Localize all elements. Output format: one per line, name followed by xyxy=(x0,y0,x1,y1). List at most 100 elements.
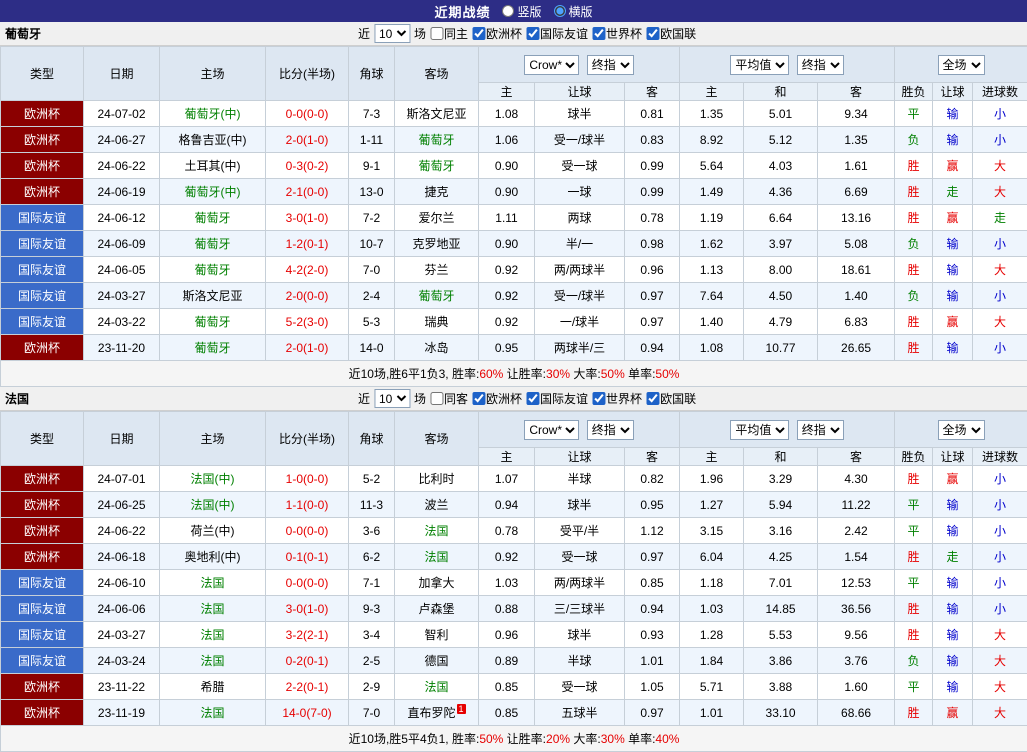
match-date: 23-11-19 xyxy=(84,700,160,726)
same-venue-checkbox[interactable] xyxy=(430,392,443,405)
handicap-home-odds: 0.78 xyxy=(479,518,535,544)
same-venue-filter[interactable]: 同客 xyxy=(430,390,468,407)
europe-time-select[interactable]: 终指 xyxy=(797,55,844,75)
summary-stat-value: 50% xyxy=(655,367,679,381)
match-row: 国际友谊24-03-22葡萄牙5-2(3-0)5-3瑞典0.92一/球半0.97… xyxy=(1,309,1027,335)
avg-away-odds: 36.56 xyxy=(818,596,895,622)
goals-result-flag: 小 xyxy=(973,518,1027,544)
col-goals-result: 进球数 xyxy=(973,83,1027,101)
handicap-result-flag: 输 xyxy=(933,596,973,622)
avg-draw-odds: 4.25 xyxy=(744,544,818,570)
avg-home-odds: 5.64 xyxy=(680,153,744,179)
league-filter-worldcup[interactable]: 世界杯 xyxy=(592,25,642,42)
bookmaker-select[interactable]: Crow* xyxy=(524,55,579,75)
league-filter-nationsleague[interactable]: 欧国联 xyxy=(646,390,696,407)
horizontal-layout-radio[interactable] xyxy=(554,5,566,17)
nationsleague-checkbox[interactable] xyxy=(646,27,659,40)
result-flag: 胜 xyxy=(895,179,933,205)
avg-away-odds: 9.56 xyxy=(818,622,895,648)
away-team: 葡萄牙 xyxy=(395,127,479,153)
result-flag: 胜 xyxy=(895,153,933,179)
handicap-away-odds: 0.97 xyxy=(625,283,680,309)
score: 1-1(0-0) xyxy=(266,492,349,518)
goals-result-flag: 大 xyxy=(973,309,1027,335)
col-handicap-away: 客 xyxy=(625,83,680,101)
handicap-away-odds: 0.93 xyxy=(625,622,680,648)
avg-home-odds: 1.13 xyxy=(680,257,744,283)
league-filter-worldcup[interactable]: 世界杯 xyxy=(592,390,642,407)
worldcup-checkbox[interactable] xyxy=(592,392,605,405)
avg-home-odds: 5.71 xyxy=(680,674,744,700)
home-team: 格鲁吉亚(中) xyxy=(160,127,266,153)
goals-result-flag: 大 xyxy=(973,674,1027,700)
match-count-select[interactable]: 10 xyxy=(374,389,410,408)
nationsleague-checkbox[interactable] xyxy=(646,392,659,405)
eurocup-checkbox[interactable] xyxy=(472,27,485,40)
handicap-away-odds: 1.01 xyxy=(625,648,680,674)
league-filter-nationsleague[interactable]: 欧国联 xyxy=(646,25,696,42)
match-count-select[interactable]: 10 xyxy=(374,24,410,43)
league-filter-friendly[interactable]: 国际友谊 xyxy=(526,25,588,42)
match-date: 24-06-09 xyxy=(84,231,160,257)
away-team: 克罗地亚 xyxy=(395,231,479,257)
same-venue-filter[interactable]: 同主 xyxy=(430,25,468,42)
games-label: 场 xyxy=(414,25,426,42)
same-venue-checkbox[interactable] xyxy=(430,27,443,40)
layout-option-horizontal[interactable]: 横版 xyxy=(554,3,593,20)
team-name: 法国 xyxy=(5,390,29,407)
result-flag: 负 xyxy=(895,283,933,309)
handicap-home-odds: 0.92 xyxy=(479,257,535,283)
avg-home-odds: 1.27 xyxy=(680,492,744,518)
handicap-home-odds: 1.11 xyxy=(479,205,535,231)
handicap-time-select[interactable]: 终指 xyxy=(587,420,634,440)
average-select[interactable]: 平均值 xyxy=(730,420,789,440)
score: 2-0(1-0) xyxy=(266,127,349,153)
handicap-away-odds: 0.94 xyxy=(625,596,680,622)
result-flag: 胜 xyxy=(895,466,933,492)
result-flag: 胜 xyxy=(895,205,933,231)
europe-time-select[interactable]: 终指 xyxy=(797,420,844,440)
match-row: 国际友谊24-06-09葡萄牙1-2(0-1)10-7克罗地亚0.90半/一0.… xyxy=(1,231,1027,257)
scope-header: 全场 xyxy=(895,47,1027,83)
handicap-line: 两/两球半 xyxy=(535,570,625,596)
layout-option-vertical[interactable]: 竖版 xyxy=(502,3,541,20)
league-filter-friendly[interactable]: 国际友谊 xyxy=(526,390,588,407)
friendly-checkbox[interactable] xyxy=(526,392,539,405)
match-row: 欧洲杯24-06-22荷兰(中)0-0(0-0)3-6法国0.78受平/半1.1… xyxy=(1,518,1027,544)
scope-select[interactable]: 全场 xyxy=(938,420,985,440)
home-team: 葡萄牙 xyxy=(160,231,266,257)
home-team: 法国 xyxy=(160,570,266,596)
score: 3-0(1-0) xyxy=(266,596,349,622)
col-corner: 角球 xyxy=(349,412,395,466)
match-date: 24-03-24 xyxy=(84,648,160,674)
avg-draw-odds: 14.85 xyxy=(744,596,818,622)
match-date: 24-06-05 xyxy=(84,257,160,283)
handicap-result-flag: 输 xyxy=(933,518,973,544)
handicap-line: 受一/球半 xyxy=(535,283,625,309)
eurocup-checkbox[interactable] xyxy=(472,392,485,405)
league-filter-eurocup[interactable]: 欧洲杯 xyxy=(472,390,522,407)
average-select[interactable]: 平均值 xyxy=(730,55,789,75)
bookmaker-select[interactable]: Crow* xyxy=(524,420,579,440)
handicap-home-odds: 1.07 xyxy=(479,466,535,492)
league-filter-eurocup[interactable]: 欧洲杯 xyxy=(472,25,522,42)
avg-away-odds: 1.40 xyxy=(818,283,895,309)
league-type-badge: 欧洲杯 xyxy=(1,335,84,361)
worldcup-checkbox[interactable] xyxy=(592,27,605,40)
match-row: 欧洲杯24-07-02葡萄牙(中)0-0(0-0)7-3斯洛文尼亚1.08球半0… xyxy=(1,101,1027,127)
score: 5-2(3-0) xyxy=(266,309,349,335)
away-team: 比利时 xyxy=(395,466,479,492)
handicap-home-odds: 0.85 xyxy=(479,700,535,726)
score: 0-2(0-1) xyxy=(266,648,349,674)
handicap-home-odds: 1.08 xyxy=(479,101,535,127)
handicap-time-select[interactable]: 终指 xyxy=(587,55,634,75)
handicap-away-odds: 0.83 xyxy=(625,127,680,153)
corner-count: 7-2 xyxy=(349,205,395,231)
match-date: 23-11-20 xyxy=(84,335,160,361)
friendly-checkbox[interactable] xyxy=(526,27,539,40)
vertical-layout-radio[interactable] xyxy=(502,5,514,17)
summary-stat-label: 大率: xyxy=(570,732,601,746)
scope-select[interactable]: 全场 xyxy=(938,55,985,75)
handicap-line: 一球 xyxy=(535,179,625,205)
handicap-line: 受一球 xyxy=(535,153,625,179)
